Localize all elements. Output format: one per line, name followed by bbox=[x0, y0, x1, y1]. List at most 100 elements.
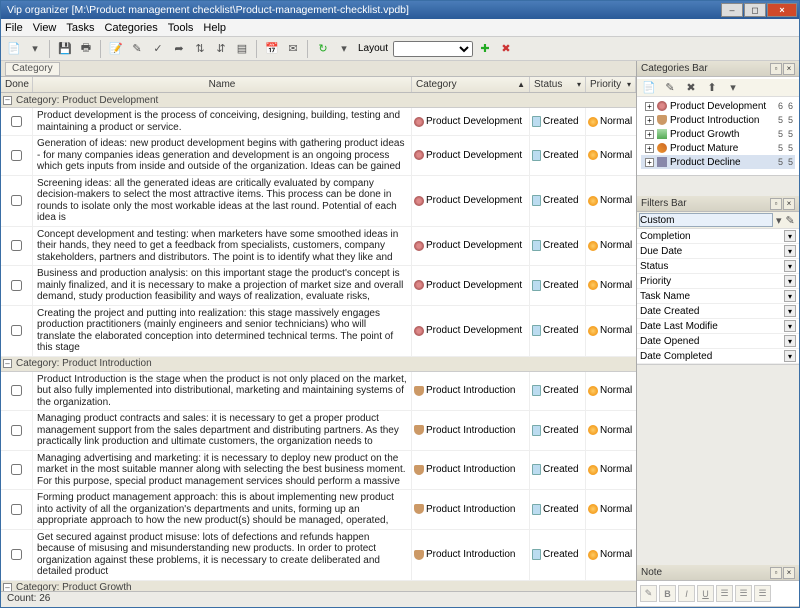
note-btn5-icon[interactable]: ☰ bbox=[716, 585, 733, 602]
toolbar-arrow-icon[interactable]: ▾ bbox=[26, 40, 44, 58]
toolbar-print-icon[interactable]: 🖶 bbox=[77, 40, 95, 58]
filter-row[interactable]: Date Created▾ bbox=[637, 304, 799, 319]
maximize-button[interactable]: ◻ bbox=[744, 3, 766, 17]
expand-icon[interactable]: + bbox=[645, 130, 654, 139]
filter-row[interactable]: Date Last Modifie▾ bbox=[637, 319, 799, 334]
task-row[interactable]: Generation of ideas: new product develop… bbox=[1, 136, 636, 176]
task-row[interactable]: Product Introduction is the stage when t… bbox=[1, 372, 636, 412]
category-item[interactable]: +Product Mature5 5 bbox=[641, 141, 795, 155]
dropdown-icon[interactable]: ▾ bbox=[784, 275, 796, 287]
dropdown-icon[interactable]: ▾ bbox=[784, 245, 796, 257]
task-row[interactable]: Business and production analysis: on thi… bbox=[1, 266, 636, 306]
toolbar-calendar-icon[interactable]: 📅 bbox=[263, 40, 281, 58]
category-item[interactable]: +Product Growth5 5 bbox=[641, 127, 795, 141]
filter-custom-select[interactable] bbox=[639, 213, 773, 227]
done-checkbox[interactable] bbox=[11, 116, 22, 127]
filter-row[interactable]: Priority▾ bbox=[637, 274, 799, 289]
toolbar-refresh-icon[interactable]: ↻ bbox=[314, 40, 332, 58]
toolbar-email-icon[interactable]: ✉ bbox=[284, 40, 302, 58]
toolbar-save-icon[interactable]: 💾 bbox=[56, 40, 74, 58]
cat-up-icon[interactable]: ⬆ bbox=[703, 79, 721, 97]
done-checkbox[interactable] bbox=[11, 195, 22, 206]
menu-view[interactable]: View bbox=[33, 22, 57, 34]
dropdown-icon[interactable]: ▾ bbox=[784, 305, 796, 317]
note-btn6-icon[interactable]: ☰ bbox=[735, 585, 752, 602]
filter-row[interactable]: Date Opened▾ bbox=[637, 334, 799, 349]
cat-new-icon[interactable]: 📄 bbox=[640, 79, 658, 97]
grid-body[interactable]: – Category: Product DevelopmentProduct d… bbox=[1, 93, 636, 591]
cat-more-icon[interactable]: ▾ bbox=[724, 79, 742, 97]
toolbar-sort2-icon[interactable]: ⇵ bbox=[212, 40, 230, 58]
task-row[interactable]: Screening ideas: all the generated ideas… bbox=[1, 176, 636, 227]
collapse-icon[interactable]: – bbox=[3, 96, 12, 105]
panel-close-icon[interactable]: × bbox=[783, 63, 795, 75]
category-item[interactable]: +Product Development6 6 bbox=[641, 99, 795, 113]
filter-row[interactable]: Date Completed▾ bbox=[637, 349, 799, 364]
col-status[interactable]: Status▾ bbox=[530, 77, 586, 92]
dropdown-icon[interactable]: ▾ bbox=[784, 335, 796, 347]
col-done[interactable]: Done bbox=[1, 77, 33, 92]
note-edit-icon[interactable]: ✎ bbox=[640, 585, 657, 602]
menu-tools[interactable]: Tools bbox=[168, 22, 194, 34]
collapse-icon[interactable]: – bbox=[3, 583, 12, 591]
col-name[interactable]: Name bbox=[33, 77, 412, 92]
toolbar-sort1-icon[interactable]: ⇅ bbox=[191, 40, 209, 58]
category-tab[interactable]: Category bbox=[5, 62, 60, 76]
task-row[interactable]: Concept development and testing: when ma… bbox=[1, 227, 636, 267]
note-btn7-icon[interactable]: ☰ bbox=[754, 585, 771, 602]
category-item[interactable]: +Product Decline5 5 bbox=[641, 155, 795, 169]
collapse-icon[interactable]: – bbox=[3, 359, 12, 368]
expand-icon[interactable]: + bbox=[645, 144, 654, 153]
menu-file[interactable]: File bbox=[5, 22, 23, 34]
task-row[interactable]: Creating the project and putting into re… bbox=[1, 306, 636, 357]
note-b-icon[interactable]: B bbox=[659, 585, 676, 602]
panel-pin-icon[interactable]: ▫ bbox=[770, 63, 782, 75]
dropdown-icon[interactable]: ▾ bbox=[784, 230, 796, 242]
col-category[interactable]: Category▲ bbox=[412, 77, 530, 92]
dropdown-icon[interactable]: ▾ bbox=[784, 350, 796, 362]
filter-wand-icon[interactable]: ✎ bbox=[785, 211, 796, 229]
menu-help[interactable]: Help bbox=[203, 22, 226, 34]
menu-categories[interactable]: Categories bbox=[105, 22, 158, 34]
cat-edit-icon[interactable]: ✎ bbox=[661, 79, 679, 97]
done-checkbox[interactable] bbox=[11, 325, 22, 336]
menu-tasks[interactable]: Tasks bbox=[66, 22, 94, 34]
minimize-button[interactable]: – bbox=[721, 3, 743, 17]
expand-icon[interactable]: + bbox=[645, 116, 654, 125]
note-i-icon[interactable]: I bbox=[678, 585, 695, 602]
done-checkbox[interactable] bbox=[11, 385, 22, 396]
filter-row[interactable]: Task Name▾ bbox=[637, 289, 799, 304]
task-row[interactable]: Get secured against product misuse: lots… bbox=[1, 530, 636, 581]
col-priority[interactable]: Priority▾ bbox=[586, 77, 636, 92]
filter-row[interactable]: Completion▾ bbox=[637, 229, 799, 244]
toolbar-filter-icon[interactable]: ▤ bbox=[233, 40, 251, 58]
done-checkbox[interactable] bbox=[11, 549, 22, 560]
toolbar-pencil-icon[interactable]: ✎ bbox=[128, 40, 146, 58]
filter-row[interactable]: Status▾ bbox=[637, 259, 799, 274]
toolbar-check-icon[interactable]: ✓ bbox=[149, 40, 167, 58]
toolbar-arrow2-icon[interactable]: ▾ bbox=[335, 40, 353, 58]
expand-icon[interactable]: + bbox=[645, 158, 654, 167]
category-item[interactable]: +Product Introduction5 5 bbox=[641, 113, 795, 127]
done-checkbox[interactable] bbox=[11, 150, 22, 161]
group-row[interactable]: – Category: Product Growth bbox=[1, 581, 636, 592]
expand-icon[interactable]: + bbox=[645, 102, 654, 111]
task-row[interactable]: Managing product contracts and sales: it… bbox=[1, 411, 636, 451]
dropdown-icon[interactable]: ▾ bbox=[784, 260, 796, 272]
toolbar-new-icon[interactable]: 📄 bbox=[5, 40, 23, 58]
layout-select[interactable] bbox=[393, 41, 473, 57]
filter-arrow-icon[interactable]: ▾ bbox=[775, 211, 783, 229]
filter-row[interactable]: Due Date▾ bbox=[637, 244, 799, 259]
panel-pin-icon[interactable]: ▫ bbox=[770, 198, 782, 210]
toolbar-notepad-icon[interactable]: 📝 bbox=[107, 40, 125, 58]
toolbar-add-icon[interactable]: ✚ bbox=[476, 40, 494, 58]
done-checkbox[interactable] bbox=[11, 280, 22, 291]
cat-del-icon[interactable]: ✖ bbox=[682, 79, 700, 97]
toolbar-forward-icon[interactable]: ➦ bbox=[170, 40, 188, 58]
toolbar-delete-icon[interactable]: ✖ bbox=[497, 40, 515, 58]
group-row[interactable]: – Category: Product Development bbox=[1, 93, 636, 108]
done-checkbox[interactable] bbox=[11, 425, 22, 436]
close-button[interactable]: × bbox=[767, 3, 797, 17]
note-u-icon[interactable]: U bbox=[697, 585, 714, 602]
done-checkbox[interactable] bbox=[11, 464, 22, 475]
